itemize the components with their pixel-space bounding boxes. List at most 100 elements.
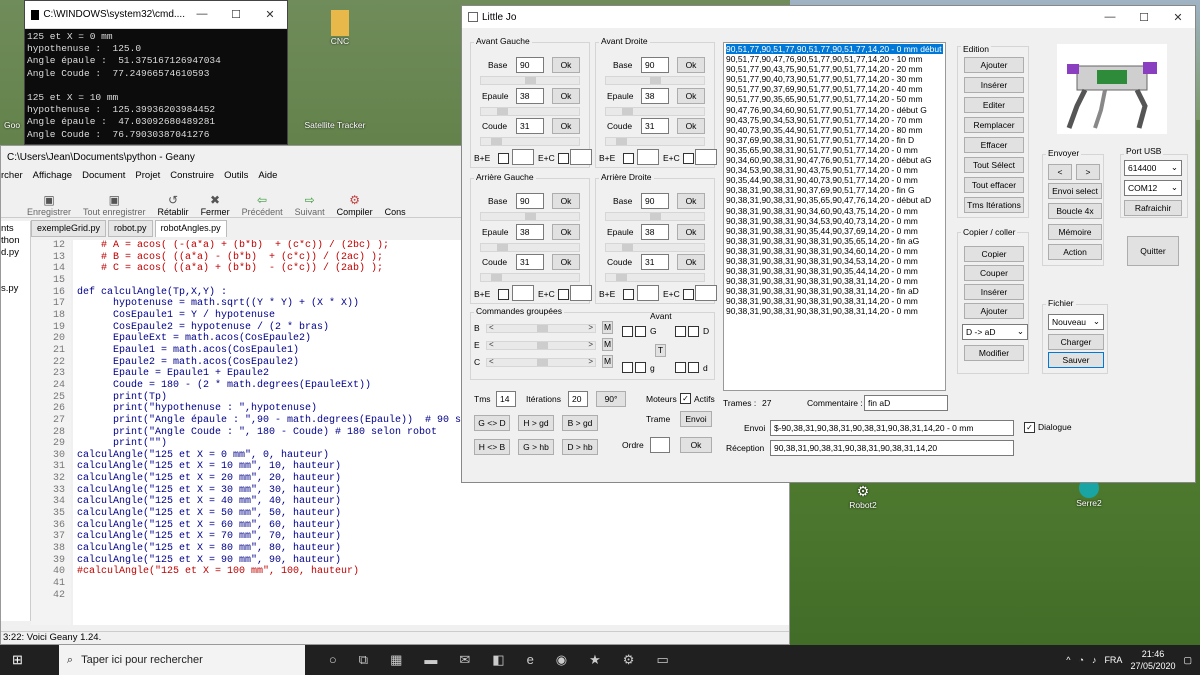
frame-item[interactable]: 90,40,73,90,35,44,90,51,77,90,51,77,14,2… [726,125,943,135]
ec-input[interactable] [695,285,717,301]
be-input[interactable] [512,149,534,165]
iterations-input[interactable]: 20 [568,391,588,407]
frame-item[interactable]: 90,34,53,90,38,31,90,43,75,90,51,77,14,2… [726,165,943,175]
frame-item[interactable]: 90,35,65,90,38,31,90,51,77,90,51,77,14,2… [726,145,943,155]
charger-button[interactable]: Charger [1048,334,1104,350]
be-checkbox[interactable] [623,153,634,164]
menu-affichage[interactable]: Affichage [33,170,72,182]
task-view-icon[interactable]: ⧉ [359,652,368,668]
coude-input[interactable]: 31 [641,254,669,270]
ec-checkbox[interactable] [558,289,569,300]
cortana-icon[interactable]: ○ [329,652,337,668]
base-ok-button[interactable]: Ok [677,193,705,209]
language-indicator[interactable]: FRA [1104,655,1122,665]
epaule-slider[interactable] [480,107,580,116]
windows-start-icon[interactable]: ⊞ [12,652,23,668]
ec-input[interactable] [570,285,592,301]
edition-button-6[interactable]: Tout effacer [964,177,1024,193]
frame-item[interactable]: 90,47,76,90,34,60,90,51,77,90,51,77,14,2… [726,105,943,115]
close-file-button[interactable]: ✖ Fermer [201,193,230,217]
base-input[interactable]: 90 [516,57,544,73]
next-button[interactable]: > [1076,164,1100,180]
sauver-button[interactable]: Sauver [1048,352,1104,368]
epaule-ok-button[interactable]: Ok [677,88,705,104]
edition-button-0[interactable]: Ajouter [964,57,1024,73]
copier-select[interactable]: D -> aD ⌄ [962,324,1028,340]
trame-envoi-button[interactable]: Envoi [680,411,712,427]
d-hb-button[interactable]: D > hb [562,439,598,455]
frame-item[interactable]: 90,38,31,90,38,31,90,38,31,90,34,60,14,2… [726,246,943,256]
cmd-window[interactable]: C:\WINDOWS\system32\cmd.... — ☐ ✕ 125 et X… [24,0,288,145]
checkbox-g2[interactable] [635,326,646,337]
c-m-button[interactable]: M [602,355,613,368]
sidebar-item[interactable]: nts [1,223,30,235]
coude-ok-button[interactable]: Ok [677,118,705,134]
menu-projet[interactable]: Projet [135,170,160,182]
edition-button-4[interactable]: Effacer [964,137,1024,153]
sidebar-item[interactable] [1,271,30,283]
epaule-input[interactable]: 38 [516,224,544,240]
coude-slider[interactable] [480,273,580,282]
app2-icon[interactable]: ◉ [556,652,567,668]
be-checkbox[interactable] [498,153,509,164]
minimize-icon[interactable]: — [185,8,219,21]
chevron-up-icon[interactable]: ^ [1066,655,1070,665]
menu-rechercher[interactable]: rcher [1,170,23,182]
network-icon[interactable]: ◔ [1079,655,1084,665]
sidebar-item[interactable] [1,259,30,271]
g-d-button[interactable]: G <> D [474,415,510,431]
ec-checkbox[interactable] [558,153,569,164]
envoi-input[interactable]: $-90,38,31,90,38,31,90,38,31,90,38,31,14… [770,420,1014,436]
frame-item[interactable]: 90,38,31,90,38,31,90,38,31,90,38,31,14,2… [726,296,943,306]
base-slider[interactable] [480,212,580,221]
coude-input[interactable]: 31 [641,118,669,134]
frame-item[interactable]: 90,35,44,90,38,31,90,40,73,90,51,77,14,2… [726,175,943,185]
compile-button[interactable]: ⚙ Compiler [337,193,373,217]
copier-button-1[interactable]: Couper [964,265,1024,281]
copier-button-0[interactable]: Copier [964,246,1024,262]
checkbox-d4[interactable] [688,362,699,373]
actifs-checkbox[interactable]: ✓ [680,393,691,404]
slider-e[interactable]: < > [486,340,596,350]
epaule-ok-button[interactable]: Ok [552,88,580,104]
deg90-button[interactable]: 90° [596,391,626,407]
coude-ok-button[interactable]: Ok [552,254,580,270]
be-input[interactable] [637,285,659,301]
memoire-button[interactable]: Mémoire [1048,224,1102,240]
checkbox-g3[interactable] [622,362,633,373]
sidebar-item[interactable]: s.py [1,283,30,295]
base-slider[interactable] [480,76,580,85]
edition-button-3[interactable]: Remplacer [964,117,1024,133]
frame-item[interactable]: 90,38,31,90,38,31,90,38,31,90,38,31,14,2… [726,286,943,296]
epaule-input[interactable]: 38 [516,88,544,104]
close-icon[interactable]: ✕ [1161,11,1195,24]
epaule-input[interactable]: 38 [641,224,669,240]
epaule-slider[interactable] [605,107,705,116]
frame-item[interactable]: 90,51,77,90,51,77,90,51,77,90,51,77,14,2… [726,44,943,55]
ec-checkbox[interactable] [683,153,694,164]
be-checkbox[interactable] [498,289,509,300]
base-ok-button[interactable]: Ok [677,57,705,73]
frame-item[interactable]: 90,51,77,90,40,73,90,51,77,90,51,77,14,2… [726,74,943,84]
edition-button-1[interactable]: Insérer [964,77,1024,93]
frame-item[interactable]: 90,38,31,90,38,31,90,34,60,90,43,75,14,2… [726,206,943,216]
be-input[interactable] [512,285,534,301]
save-button[interactable]: ▣ Enregistrer [27,193,71,217]
epaule-input[interactable]: 38 [641,88,669,104]
app4-icon[interactable]: ⚙ [623,652,635,668]
epaule-ok-button[interactable]: Ok [677,224,705,240]
edition-button-2[interactable]: Editer [964,97,1024,113]
base-ok-button[interactable]: Ok [552,57,580,73]
edge-icon[interactable]: e [527,652,534,668]
reception-input[interactable]: 90,38,31,90,38,31,90,38,31,90,38,31,14,2… [770,440,1014,456]
frame-item[interactable]: 90,38,31,90,38,31,90,35,44,90,37,69,14,2… [726,226,943,236]
clock[interactable]: 21:46 27/05/2020 [1130,648,1175,672]
desktop-icon-robot2[interactable]: ⚙ Robot2 [840,483,886,510]
coude-input[interactable]: 31 [516,254,544,270]
frame-item[interactable]: 90,38,31,90,38,31,90,34,53,90,40,73,14,2… [726,216,943,226]
epaule-ok-button[interactable]: Ok [552,224,580,240]
store-icon[interactable]: ▦ [390,652,402,668]
e-m-button[interactable]: M [602,338,613,351]
desktop-icon-cnc[interactable]: CNC [322,10,358,46]
checkbox-g1[interactable] [622,326,633,337]
